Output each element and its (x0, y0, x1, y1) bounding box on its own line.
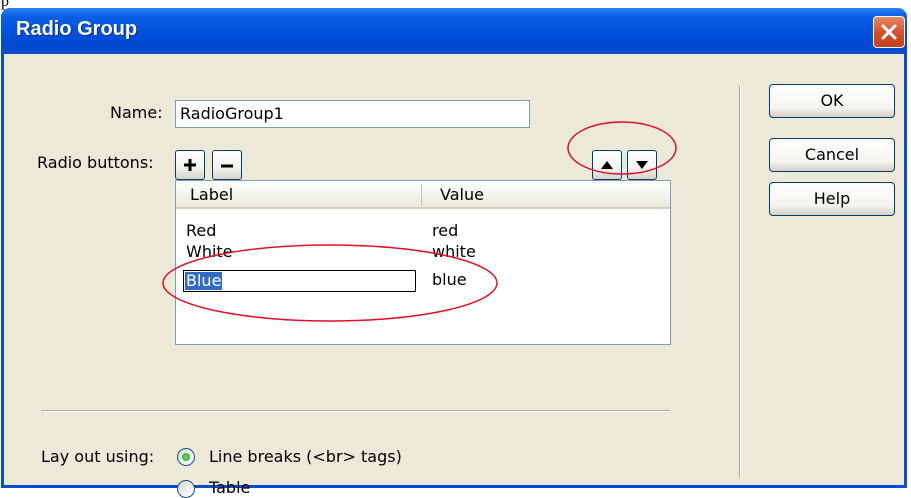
window-title: Radio Group (16, 18, 138, 40)
close-button[interactable] (873, 16, 905, 48)
list-item-value[interactable]: white (432, 242, 476, 261)
list-item-label[interactable]: Red (186, 221, 216, 240)
minus-icon (221, 164, 233, 168)
name-field-value: RadioGroup1 (180, 104, 284, 123)
list-header: Label Value (176, 181, 670, 209)
list-item-value[interactable]: blue (432, 270, 467, 289)
remove-button[interactable] (212, 150, 242, 180)
name-field[interactable]: RadioGroup1 (175, 100, 530, 128)
separator (41, 410, 670, 412)
radio-line-breaks[interactable] (177, 448, 195, 466)
move-up-button[interactable] (592, 150, 622, 180)
column-header-value[interactable]: Value (440, 185, 484, 204)
list-item-label[interactable]: White (186, 242, 233, 261)
name-label: Name: (110, 103, 163, 122)
cancel-button[interactable]: Cancel (769, 138, 895, 172)
column-divider[interactable] (421, 184, 422, 206)
arrow-down-icon (636, 161, 648, 169)
plus-icon (184, 159, 196, 171)
label-edit-field[interactable]: Blue (183, 270, 416, 292)
radio-group-dialog: Radio Group Name: RadioGroup1 Radio butt… (1, 8, 907, 498)
radio-buttons-label: Radio buttons: (37, 153, 154, 172)
ok-button[interactable]: OK (769, 84, 895, 118)
help-button[interactable]: Help (769, 182, 895, 216)
option-line-breaks-label[interactable]: Line breaks (<br> tags) (209, 447, 402, 466)
column-header-label[interactable]: Label (190, 185, 233, 204)
add-button[interactable] (175, 150, 205, 180)
option-table-label[interactable]: Table (209, 478, 250, 497)
radio-selected-dot (182, 453, 190, 461)
dialog-body: Name: RadioGroup1 Radio buttons: Label V… (1, 54, 907, 498)
arrow-up-icon (601, 161, 613, 169)
title-bar[interactable]: Radio Group (1, 8, 907, 54)
radio-table[interactable] (177, 480, 195, 498)
close-icon (881, 24, 897, 40)
radio-buttons-list[interactable]: Label Value Red red White white Blue blu… (175, 180, 671, 345)
move-down-button[interactable] (627, 150, 657, 180)
vertical-separator (739, 86, 741, 478)
label-edit-selection: Blue (185, 271, 223, 290)
list-item-value[interactable]: red (432, 221, 458, 240)
lay-out-using-label: Lay out using: (41, 447, 155, 466)
